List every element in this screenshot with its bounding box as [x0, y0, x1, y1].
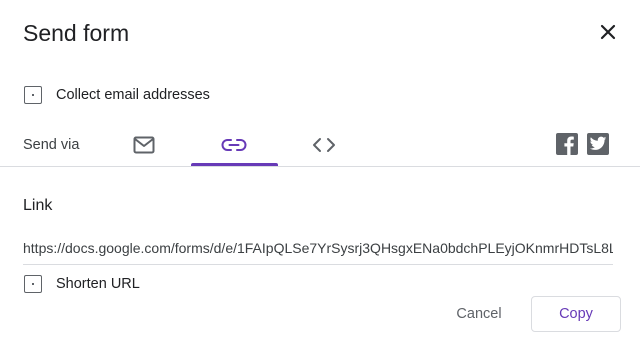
send-via-label: Send via [23, 137, 80, 153]
copy-button[interactable]: Copy [531, 296, 621, 332]
share-twitter-button[interactable] [587, 133, 609, 155]
send-form-dialog: Send form Collect email addresses Send v… [0, 0, 640, 348]
link-section-title: Link [23, 197, 53, 214]
code-icon [313, 138, 335, 152]
tab-link[interactable] [191, 124, 277, 166]
collect-email-label: Collect email addresses [56, 87, 210, 103]
twitter-icon [589, 136, 607, 150]
shorten-url-label: Shorten URL [56, 276, 140, 292]
link-icon [221, 139, 247, 151]
collect-email-checkbox[interactable] [24, 86, 42, 104]
cancel-button[interactable]: Cancel [440, 296, 518, 332]
share-facebook-button[interactable] [556, 133, 578, 155]
section-divider [0, 166, 640, 167]
close-button[interactable] [594, 18, 622, 46]
link-url-field[interactable]: https://docs.google.com/forms/d/e/1FAIpQ… [23, 236, 613, 265]
tab-email[interactable] [101, 124, 187, 166]
facebook-icon [564, 136, 574, 155]
mail-icon [133, 136, 155, 154]
shorten-url-checkbox[interactable] [24, 275, 42, 293]
dialog-title: Send form [23, 20, 130, 46]
close-icon [600, 24, 616, 40]
tab-embed[interactable] [281, 124, 367, 166]
